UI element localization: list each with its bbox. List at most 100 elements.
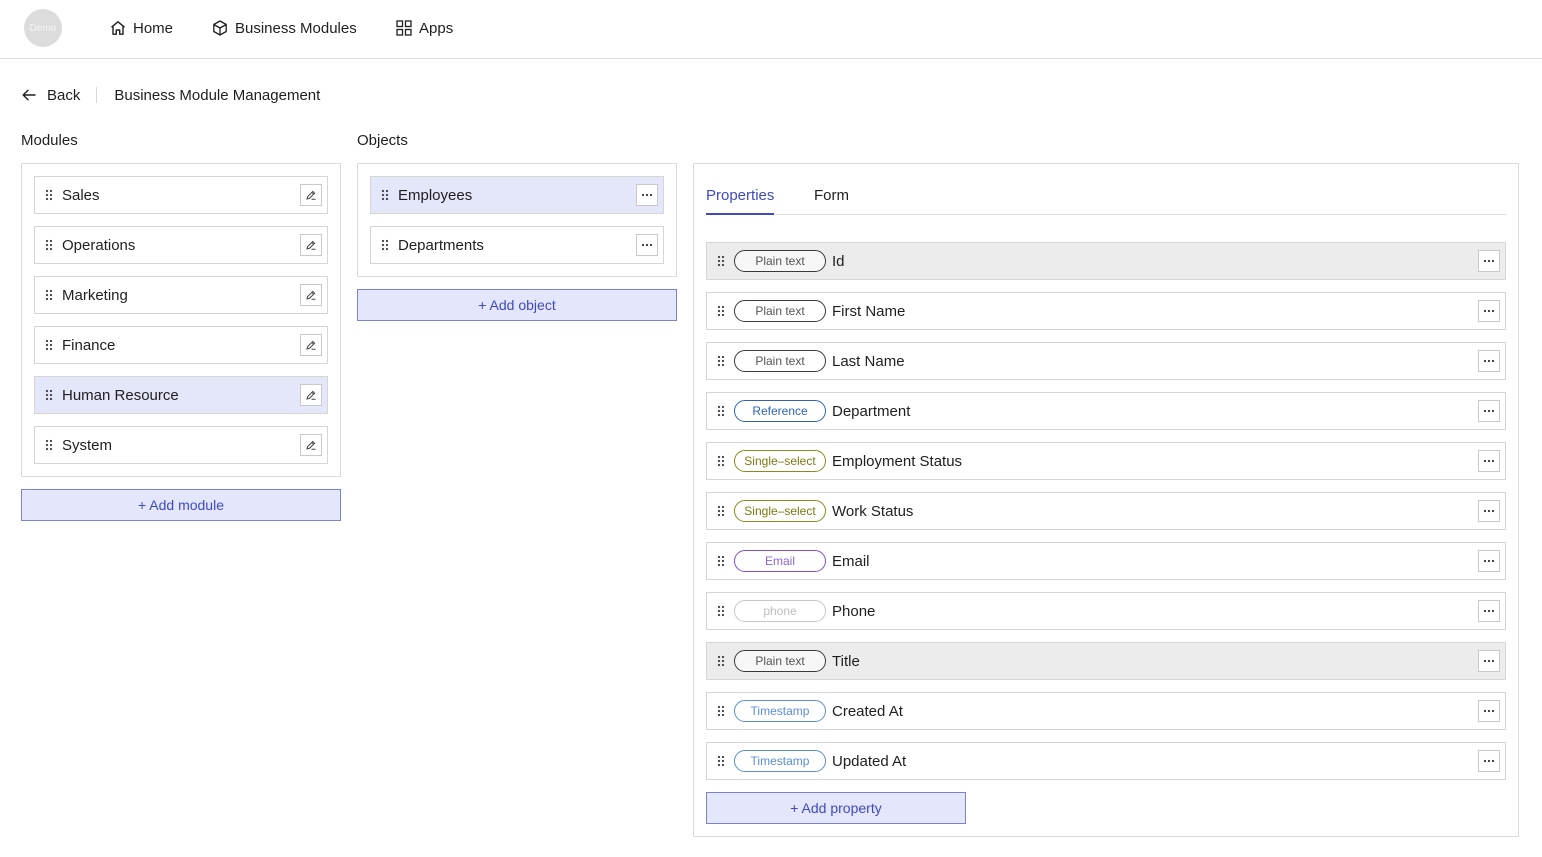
back-button[interactable]: Back [21, 87, 80, 104]
module-row[interactable]: Marketing [34, 276, 328, 314]
property-row[interactable]: phone Phone [706, 592, 1506, 630]
property-more-button[interactable] [1478, 600, 1500, 622]
property-row[interactable]: Plain text Last Name [706, 342, 1506, 380]
property-name: Created At [832, 702, 903, 720]
drag-handle[interactable] [716, 355, 726, 367]
drag-handle[interactable] [380, 239, 390, 251]
nav-item-home[interactable]: Home [109, 18, 173, 38]
object-row[interactable]: Employees [370, 176, 664, 214]
module-label: Operations [62, 236, 136, 254]
home-icon [111, 21, 125, 35]
more-horizontal-icon [1483, 709, 1495, 713]
nav-item-apps[interactable]: Apps [395, 18, 453, 38]
edit-module-button[interactable] [300, 384, 322, 406]
object-label: Employees [398, 186, 473, 204]
drag-handle-icon[interactable] [717, 505, 725, 517]
drag-handle[interactable] [380, 189, 390, 201]
drag-handle-icon[interactable] [45, 289, 53, 301]
object-row[interactable]: Departments [370, 226, 664, 264]
drag-handle-icon[interactable] [717, 655, 725, 667]
drag-handle[interactable] [44, 389, 54, 401]
drag-handle[interactable] [44, 239, 54, 251]
property-row[interactable]: Single–select Employment Status [706, 442, 1506, 480]
property-more-button[interactable] [1478, 650, 1500, 672]
edit-module-button[interactable] [300, 184, 322, 206]
property-more-button[interactable] [1478, 350, 1500, 372]
property-row[interactable]: Plain text Title [706, 642, 1506, 680]
drag-handle[interactable] [716, 505, 726, 517]
object-more-button[interactable] [636, 184, 658, 206]
drag-handle[interactable] [716, 555, 726, 567]
drag-handle-icon[interactable] [381, 189, 389, 201]
drag-handle[interactable] [716, 605, 726, 617]
property-type-tag: Plain text [734, 350, 826, 372]
property-type-tag: phone [734, 600, 826, 622]
property-row[interactable]: Timestamp Updated At [706, 742, 1506, 780]
drag-handle-icon[interactable] [717, 605, 725, 617]
drag-handle-icon[interactable] [717, 455, 725, 467]
drag-handle-icon[interactable] [717, 355, 725, 367]
modules-panel: Sales Operations Marketing Finance Human Res… [21, 163, 341, 477]
drag-handle[interactable] [716, 405, 726, 417]
property-more-button[interactable] [1478, 250, 1500, 272]
drag-handle[interactable] [716, 255, 726, 267]
drag-handle[interactable] [44, 289, 54, 301]
property-row[interactable]: Plain text First Name [706, 292, 1506, 330]
app-logo[interactable]: Demo [24, 9, 62, 47]
tab-label: Form [814, 187, 849, 204]
module-row[interactable]: Sales [34, 176, 328, 214]
property-name: Department [832, 402, 911, 420]
object-more-button[interactable] [636, 234, 658, 256]
drag-handle-icon[interactable] [717, 755, 725, 767]
add-module-button[interactable]: + Add module [21, 489, 341, 521]
drag-handle[interactable] [716, 705, 726, 717]
more-horizontal-icon [641, 193, 653, 197]
edit-module-button[interactable] [300, 334, 322, 356]
property-row[interactable]: Email Email [706, 542, 1506, 580]
edit-module-button[interactable] [300, 434, 322, 456]
property-row[interactable]: Single–select Work Status [706, 492, 1506, 530]
property-more-button[interactable] [1478, 300, 1500, 322]
tab-form[interactable]: Form [814, 187, 849, 204]
property-row[interactable]: Timestamp Created At [706, 692, 1506, 730]
module-row[interactable]: Human Resource [34, 376, 328, 414]
add-property-button[interactable]: + Add property [706, 792, 966, 824]
module-row[interactable]: Operations [34, 226, 328, 264]
drag-handle[interactable] [44, 439, 54, 451]
cube-icon [213, 20, 227, 36]
drag-handle-icon[interactable] [381, 239, 389, 251]
property-more-button[interactable] [1478, 450, 1500, 472]
drag-handle-icon[interactable] [717, 555, 725, 567]
drag-handle-icon[interactable] [45, 239, 53, 251]
drag-handle-icon[interactable] [717, 405, 725, 417]
property-more-button[interactable] [1478, 400, 1500, 422]
drag-handle-icon[interactable] [717, 705, 725, 717]
drag-handle-icon[interactable] [45, 339, 53, 351]
drag-handle-icon[interactable] [45, 439, 53, 451]
drag-handle-icon[interactable] [717, 255, 725, 267]
drag-handle[interactable] [716, 455, 726, 467]
more-horizontal-icon [1483, 459, 1495, 463]
drag-handle-icon[interactable] [45, 189, 53, 201]
drag-handle[interactable] [716, 755, 726, 767]
edit-module-button[interactable] [300, 284, 322, 306]
property-more-button[interactable] [1478, 700, 1500, 722]
breadcrumb-divider [96, 87, 98, 103]
tab-properties[interactable]: Properties [706, 187, 774, 204]
drag-handle-icon[interactable] [717, 305, 725, 317]
property-more-button[interactable] [1478, 550, 1500, 572]
property-more-button[interactable] [1478, 500, 1500, 522]
module-row[interactable]: System [34, 426, 328, 464]
drag-handle-icon[interactable] [45, 389, 53, 401]
add-object-button[interactable]: + Add object [357, 289, 677, 321]
property-row[interactable]: Reference Department [706, 392, 1506, 430]
property-more-button[interactable] [1478, 750, 1500, 772]
edit-module-button[interactable] [300, 234, 322, 256]
drag-handle[interactable] [716, 305, 726, 317]
nav-item-business-modules[interactable]: Business Modules [211, 18, 357, 38]
property-row[interactable]: Plain text Id [706, 242, 1506, 280]
module-row[interactable]: Finance [34, 326, 328, 364]
drag-handle[interactable] [44, 339, 54, 351]
drag-handle[interactable] [44, 189, 54, 201]
drag-handle[interactable] [716, 655, 726, 667]
